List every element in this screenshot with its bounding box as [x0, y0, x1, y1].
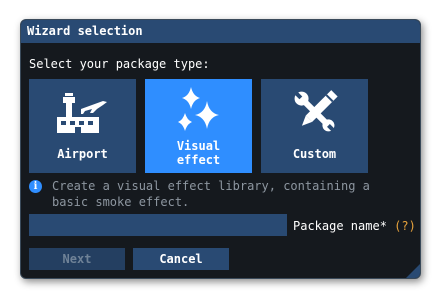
info-line-2: basic smoke effect. [52, 195, 190, 209]
wizard-window: Wizard selection Select your package typ… [20, 19, 421, 279]
tile-visual-effect[interactable]: Visual effect [145, 79, 252, 173]
sparkles-icon [145, 87, 252, 137]
window-title: Wizard selection [27, 24, 143, 38]
airport-icon [29, 87, 136, 137]
tile-custom[interactable]: Custom [261, 79, 368, 173]
package-name-input[interactable] [29, 214, 287, 236]
tile-custom-label: Custom [292, 147, 337, 161]
help-marker[interactable]: (?) [394, 219, 416, 233]
info-icon: i [29, 180, 42, 193]
package-name-label: Package name* (?) [293, 219, 416, 233]
cancel-button[interactable]: Cancel [133, 248, 229, 270]
info-text: Create a visual effect library, containi… [52, 178, 392, 210]
package-type-prompt: Select your package type: [29, 57, 210, 71]
package-name-label-text: Package name* [293, 219, 387, 233]
next-button[interactable]: Next [29, 248, 125, 270]
tools-icon [261, 87, 368, 137]
info-line-1: Create a visual effect library, containi… [52, 179, 370, 193]
tile-airport-label: Airport [57, 147, 108, 161]
title-bar[interactable]: Wizard selection [21, 20, 420, 43]
tile-airport[interactable]: Airport [29, 79, 136, 173]
resize-grip[interactable] [406, 264, 420, 278]
tile-visual-effect-label: Visual effect [176, 139, 221, 167]
